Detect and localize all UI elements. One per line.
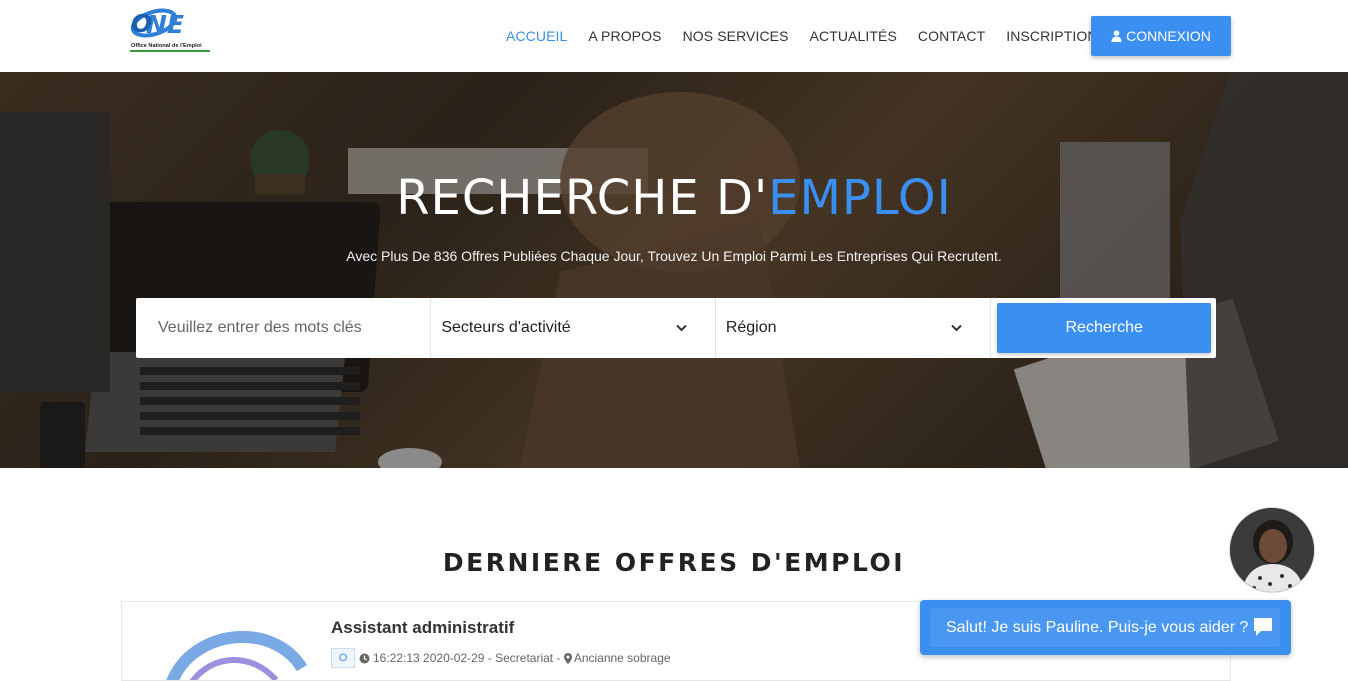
map-marker-icon xyxy=(563,652,572,664)
hero-title-main: RECHERCHE D' xyxy=(396,170,769,226)
nav-inscription[interactable]: INSCRIPTION xyxy=(1006,28,1097,44)
one-logo[interactable]: NE O Office National de l'Emploi xyxy=(128,6,212,54)
chat-widget[interactable]: Salut! Je suis Pauline. Puis-je vous aid… xyxy=(920,600,1291,655)
nav-actualites[interactable]: ACTUALITÉS xyxy=(810,28,897,44)
nav-accueil[interactable]: ACCUEIL xyxy=(506,28,567,44)
job-datetime: 16:22:13 2020-02-29 xyxy=(373,651,485,665)
hero-subtitle: Avec Plus De 836 Offres Publiées Chaque … xyxy=(346,248,1002,264)
chevron-down-icon xyxy=(676,324,687,332)
hero-overlay xyxy=(0,72,1348,468)
connexion-button[interactable]: CONNEXION xyxy=(1091,16,1231,56)
job-sector: Secretariat xyxy=(495,651,554,665)
job-type-badge: O xyxy=(331,648,355,668)
user-icon xyxy=(1111,30,1122,42)
job-title[interactable]: Assistant administratif xyxy=(331,618,514,638)
chat-agent-avatar[interactable] xyxy=(1229,507,1315,593)
latest-offers-title: DERNIERE OFFRES D'EMPLOI xyxy=(442,548,906,577)
region-select[interactable]: Région xyxy=(716,298,992,358)
company-logo xyxy=(152,620,312,680)
main-nav: ACCUEIL A PROPOS NOS SERVICES ACTUALITÉS… xyxy=(506,0,1119,72)
region-select-value: Région xyxy=(725,319,777,336)
sector-select[interactable]: Secteurs d'activité xyxy=(431,298,716,358)
sector-select-value: Secteurs d'activité xyxy=(441,319,571,336)
svg-text:O: O xyxy=(131,9,152,38)
navbar: NE O Office National de l'Emploi ACCUEIL… xyxy=(0,0,1348,72)
logo-subtitle: Office National de l'Emploi xyxy=(131,43,202,49)
hero-title-accent: EMPLOI xyxy=(768,170,952,226)
nav-contact[interactable]: CONTACT xyxy=(918,28,985,44)
clock-icon xyxy=(359,653,370,663)
meta-separator: - xyxy=(553,651,564,665)
connexion-label: CONNEXION xyxy=(1126,28,1211,44)
nav-nos-services[interactable]: NOS SERVICES xyxy=(683,28,789,44)
job-search-bar: Secteurs d'activité Région Recherche xyxy=(136,298,1216,358)
hero-banner: RECHERCHE D'EMPLOI Avec Plus De 836 Offr… xyxy=(0,72,1348,468)
nav-a-propos[interactable]: A PROPOS xyxy=(588,28,661,44)
search-button[interactable]: Recherche xyxy=(997,303,1212,353)
hero-title: RECHERCHE D'EMPLOI xyxy=(0,170,1348,226)
job-location: Ancianne sobrage xyxy=(573,651,671,665)
chat-bubble-icon xyxy=(1254,618,1272,636)
keywords-input[interactable] xyxy=(136,298,432,358)
job-meta: O 16:22:13 2020-02-29 - Secretariat - An… xyxy=(331,648,671,668)
chat-message: Salut! Je suis Pauline. Puis-je vous aid… xyxy=(946,618,1249,636)
meta-separator: - xyxy=(484,651,496,665)
chevron-down-icon xyxy=(951,324,963,332)
